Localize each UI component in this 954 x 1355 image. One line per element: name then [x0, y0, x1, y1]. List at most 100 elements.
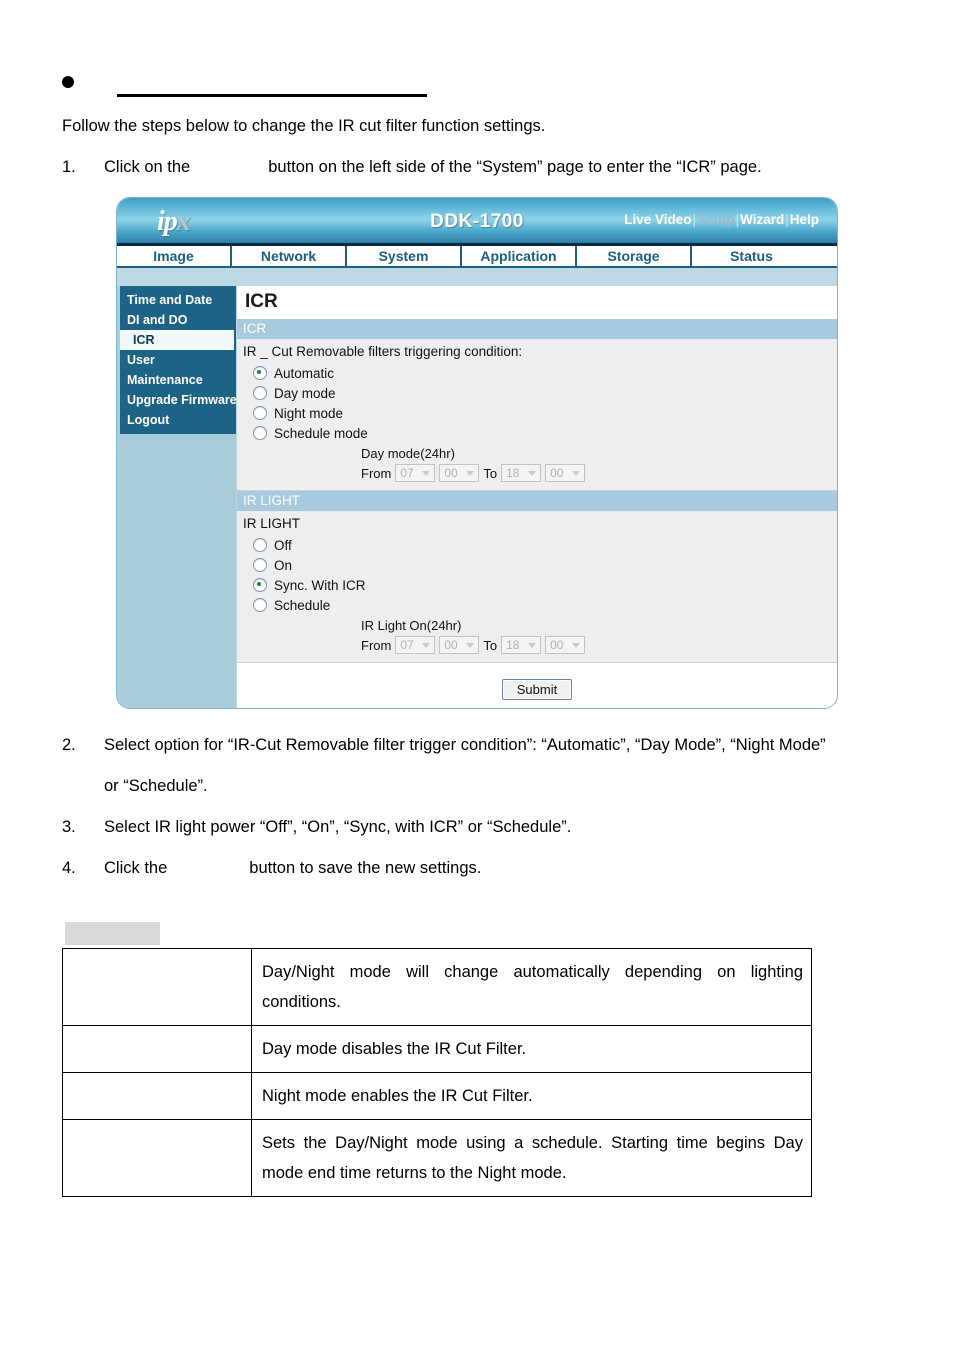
icr-to-hour-select[interactable]: 18 [501, 464, 542, 482]
sidebar-menu: Time and Date DI and DO ICR User Mainten… [120, 286, 237, 434]
embedded-screenshot: ipx DDK-1700 Live Video|Setup|Wizard|Hel… [116, 197, 838, 709]
radio-schedule-mode-icon[interactable] [253, 426, 267, 440]
icr-to-minute-select[interactable]: 00 [545, 464, 586, 482]
sidebar: Time and Date DI and DO ICR User Mainten… [117, 286, 237, 708]
radio-row-automatic[interactable]: Automatic [243, 363, 831, 383]
intro-paragraph: Follow the steps below to change the IR … [62, 117, 546, 135]
table-cell-description: Day mode disables the IR Cut Filter. [251, 1025, 812, 1073]
radio-row-day-mode[interactable]: Day mode [243, 383, 831, 403]
link-help[interactable]: Help [790, 212, 819, 227]
table-row: Night mode enables the IR Cut Filter. [62, 1072, 812, 1120]
sidebar-item-user[interactable]: User [120, 350, 236, 370]
radio-ir-sync-with-icr-icon[interactable] [253, 578, 267, 592]
icr-schedule-row: From 07 00 To 18 00 [361, 464, 831, 482]
link-setup[interactable]: Setup [697, 212, 735, 227]
radio-row-ir-schedule[interactable]: Schedule [243, 595, 831, 615]
submit-row: Submit [237, 663, 837, 700]
table-row: Day mode disables the IR Cut Filter. [62, 1025, 812, 1073]
page-title [117, 68, 427, 97]
step-4-text: Click the button to save the new settings… [104, 853, 481, 883]
ir-light-from-hour-select[interactable]: 07 [395, 636, 436, 654]
ir-light-group-label: IR LIGHT [243, 516, 301, 531]
radio-ir-sync-with-icr-label: Sync. With ICR [274, 577, 366, 593]
radio-ir-schedule-icon[interactable] [253, 598, 267, 612]
chevron-down-icon [466, 642, 475, 648]
content-panel: ICR ICR IR _ Cut Removable filters trigg… [236, 286, 837, 708]
icr-section-bar: ICR [237, 319, 837, 339]
radio-ir-schedule-label: Schedule [274, 597, 331, 613]
chevron-down-icon [422, 470, 431, 476]
chevron-down-icon [528, 642, 537, 648]
table-cell-term [62, 948, 252, 1026]
ir-light-to-minute-select[interactable]: 00 [545, 636, 586, 654]
link-live-video[interactable]: Live Video [624, 212, 691, 227]
step-2-number: 2. [62, 736, 76, 754]
step-4-number: 4. [62, 859, 76, 877]
sidebar-item-time-and-date[interactable]: Time and Date [120, 290, 236, 310]
step-1-number: 1. [62, 158, 76, 176]
icr-section-body: IR _ Cut Removable filters triggering co… [237, 339, 837, 491]
section-heading-row [62, 68, 862, 98]
sidebar-item-icr[interactable]: ICR [120, 330, 234, 350]
tab-status[interactable]: Status [692, 246, 811, 266]
radio-automatic-label: Automatic [274, 365, 335, 381]
tab-bar-endcap [811, 246, 837, 266]
sidebar-item-logout[interactable]: Logout [120, 410, 236, 430]
main-tab-bar: Image Network System Application Storage… [117, 246, 837, 268]
step-3-text: Select IR light power “Off”, “On”, “Sync… [104, 818, 572, 836]
table-cell-term [62, 1072, 252, 1120]
table-row: Day/Night mode will change automatically… [62, 948, 812, 1026]
ir-light-section-bar: IR LIGHT [237, 491, 837, 511]
sidebar-item-maintenance[interactable]: Maintenance [120, 370, 236, 390]
step-3-number: 3. [62, 818, 76, 836]
tab-network[interactable]: Network [232, 246, 347, 266]
tab-storage[interactable]: Storage [577, 246, 692, 266]
ir-light-from-minute-select[interactable]: 00 [439, 636, 480, 654]
table-cell-term [62, 1025, 252, 1073]
table-cell-term [62, 1119, 252, 1197]
icr-schedule-block: Day mode(24hr) From 07 00 To 18 00 [243, 443, 831, 482]
chevron-down-icon [466, 470, 475, 476]
radio-row-ir-sync-with-icr[interactable]: Sync. With ICR [243, 575, 831, 595]
ir-light-to-hour-select[interactable]: 18 [501, 636, 542, 654]
radio-ir-on-label: On [274, 557, 293, 573]
icr-schedule-caption: Day mode(24hr) [361, 446, 455, 461]
radio-automatic-icon[interactable] [253, 366, 267, 380]
icr-from-minute-select[interactable]: 00 [439, 464, 480, 482]
sidebar-item-upgrade-firmware[interactable]: Upgrade Firmware [120, 390, 237, 410]
icr-from-hour-select[interactable]: 07 [395, 464, 436, 482]
radio-night-mode-label: Night mode [274, 405, 344, 421]
icr-to-label: To [483, 465, 498, 481]
chevron-down-icon [572, 470, 581, 476]
table-cell-description: Night mode enables the IR Cut Filter. [251, 1072, 812, 1120]
radio-row-ir-off[interactable]: Off [243, 535, 831, 555]
tab-image[interactable]: Image [117, 246, 232, 266]
chevron-down-icon [572, 642, 581, 648]
radio-ir-off-icon[interactable] [253, 538, 267, 552]
radio-ir-on-icon[interactable] [253, 558, 267, 572]
radio-row-ir-on[interactable]: On [243, 555, 831, 575]
sidebar-item-di-and-do[interactable]: DI and DO [120, 310, 236, 330]
radio-row-night-mode[interactable]: Night mode [243, 403, 831, 423]
step-1-text-after: button on the left side of the “System” … [268, 158, 762, 176]
ir-light-schedule-row: From 07 00 To 18 00 [361, 636, 831, 654]
ir-light-schedule-caption: IR Light On(24hr) [361, 618, 462, 633]
link-wizard[interactable]: Wizard [740, 212, 784, 227]
ir-light-schedule-block: IR Light On(24hr) From 07 00 To 18 00 [243, 615, 831, 654]
chevron-down-icon [422, 642, 431, 648]
content-page-title: ICR [245, 291, 278, 312]
icr-from-label: From [361, 465, 392, 481]
ir-light-to-label: To [483, 637, 498, 653]
tab-system[interactable]: System [347, 246, 462, 266]
tab-application[interactable]: Application [462, 246, 577, 266]
step-1-text-before: Click on the [104, 158, 191, 176]
step-4-text-after: button to save the new settings. [249, 859, 482, 877]
table-row: Sets the Day/Night mode using a schedule… [62, 1119, 812, 1197]
tab-underline-strip [117, 268, 837, 286]
submit-button[interactable]: Submit [501, 679, 573, 700]
radio-row-schedule-mode[interactable]: Schedule mode [243, 423, 831, 443]
radio-day-mode-icon[interactable] [253, 386, 267, 400]
bullet-icon [62, 76, 74, 88]
step-4-text-before: Click the [104, 859, 168, 877]
radio-night-mode-icon[interactable] [253, 406, 267, 420]
